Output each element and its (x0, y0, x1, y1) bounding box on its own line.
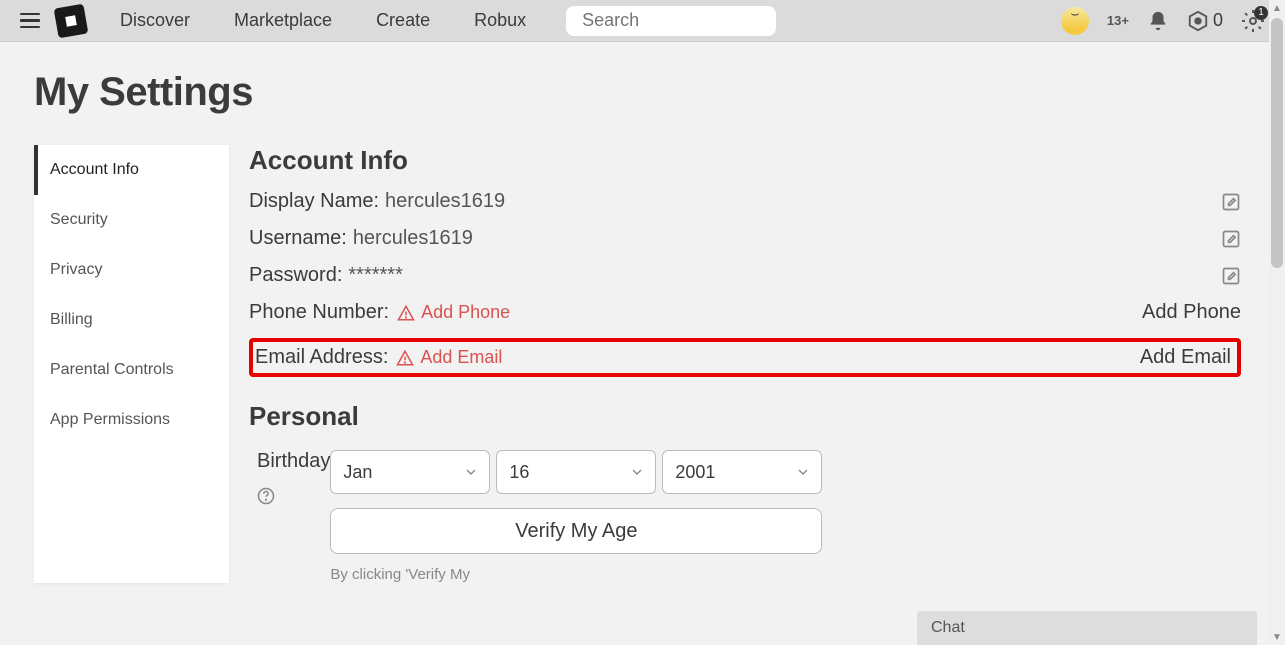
verify-disclaimer: By clicking 'Verify My (330, 566, 1241, 583)
scroll-up-arrow[interactable]: ▲ (1269, 0, 1285, 16)
avatar[interactable] (1061, 7, 1089, 35)
add-email-inline[interactable]: Add Email (420, 347, 502, 368)
edit-password-icon[interactable] (1221, 266, 1241, 286)
roblox-logo[interactable] (54, 3, 89, 38)
search-input[interactable] (582, 10, 814, 31)
sidebar-item-billing[interactable]: Billing (34, 295, 229, 345)
personal-section: Personal Birthday Jan (249, 401, 1241, 583)
birthday-year-value: 2001 (675, 462, 715, 483)
nav-marketplace[interactable]: Marketplace (212, 10, 354, 31)
username-label: Username: (249, 227, 347, 250)
account-info-heading: Account Info (249, 145, 1241, 176)
notifications-icon[interactable] (1147, 10, 1169, 32)
phone-label: Phone Number: (249, 301, 389, 324)
phone-row: Phone Number: Add Phone Add Phone (249, 301, 1241, 324)
nav-right: 13+ 0 1 (1061, 7, 1265, 35)
username-row: Username: hercules1619 (249, 227, 1241, 250)
scrollbar-thumb[interactable] (1271, 18, 1283, 268)
edit-username-icon[interactable] (1221, 229, 1241, 249)
display-name-row: Display Name: hercules1619 (249, 190, 1241, 213)
hamburger-menu[interactable] (12, 5, 48, 37)
birthday-label: Birthday (249, 450, 330, 473)
warning-icon (396, 349, 414, 367)
chevron-down-icon (795, 464, 811, 480)
search-box[interactable] (566, 6, 776, 36)
birthday-day-value: 16 (509, 462, 529, 483)
birthday-month-select[interactable]: Jan (330, 450, 490, 494)
vertical-scrollbar[interactable]: ▲ ▼ (1269, 0, 1285, 645)
sidebar-item-security[interactable]: Security (34, 195, 229, 245)
nav-discover[interactable]: Discover (98, 10, 212, 31)
settings-main: Account Info Display Name: hercules1619 … (249, 145, 1251, 583)
email-row: Email Address: Add Email Add Email (255, 346, 1231, 369)
display-name-value: hercules1619 (385, 190, 505, 213)
add-email-button[interactable]: Add Email (1140, 346, 1231, 369)
top-nav: Discover Marketplace Create Robux 13+ 0 … (0, 0, 1285, 42)
warning-icon (397, 304, 415, 322)
email-label: Email Address: (255, 346, 388, 369)
edit-display-name-icon[interactable] (1221, 192, 1241, 212)
robux-count: 0 (1213, 10, 1223, 31)
email-highlight: Email Address: Add Email Add Email (249, 338, 1241, 377)
settings-badge: 1 (1254, 6, 1268, 20)
settings-gear-icon[interactable]: 1 (1241, 9, 1265, 33)
settings-sidebar: Account Info Security Privacy Billing Pa… (34, 145, 229, 583)
password-value: ******* (348, 264, 402, 287)
add-phone-inline[interactable]: Add Phone (421, 302, 510, 323)
sidebar-item-parental-controls[interactable]: Parental Controls (34, 345, 229, 395)
password-row: Password: ******* (249, 264, 1241, 287)
chevron-down-icon (629, 464, 645, 480)
robux-balance[interactable]: 0 (1187, 10, 1223, 32)
sidebar-item-app-permissions[interactable]: App Permissions (34, 395, 229, 445)
birthday-month-value: Jan (343, 462, 372, 483)
verify-age-button[interactable]: Verify My Age (330, 508, 822, 554)
sidebar-item-privacy[interactable]: Privacy (34, 245, 229, 295)
nav-links: Discover Marketplace Create Robux (98, 10, 548, 31)
nav-robux[interactable]: Robux (452, 10, 548, 31)
personal-heading: Personal (249, 401, 1241, 432)
page-title: My Settings (34, 70, 1251, 115)
page-content: My Settings Account Info Security Privac… (0, 42, 1285, 611)
display-name-label: Display Name: (249, 190, 379, 213)
sidebar-item-account-info[interactable]: Account Info (34, 145, 229, 195)
robux-icon (1187, 10, 1209, 32)
nav-create[interactable]: Create (354, 10, 452, 31)
add-phone-button[interactable]: Add Phone (1142, 301, 1241, 324)
age-badge: 13+ (1107, 13, 1129, 28)
username-value: hercules1619 (353, 227, 473, 250)
birthday-year-select[interactable]: 2001 (662, 450, 822, 494)
help-icon[interactable] (249, 487, 330, 505)
scroll-down-arrow[interactable]: ▼ (1269, 629, 1285, 645)
chat-label: Chat (931, 619, 965, 637)
birthday-day-select[interactable]: 16 (496, 450, 656, 494)
chevron-down-icon (463, 464, 479, 480)
password-label: Password: (249, 264, 342, 287)
chat-bar[interactable]: Chat (917, 611, 1257, 645)
